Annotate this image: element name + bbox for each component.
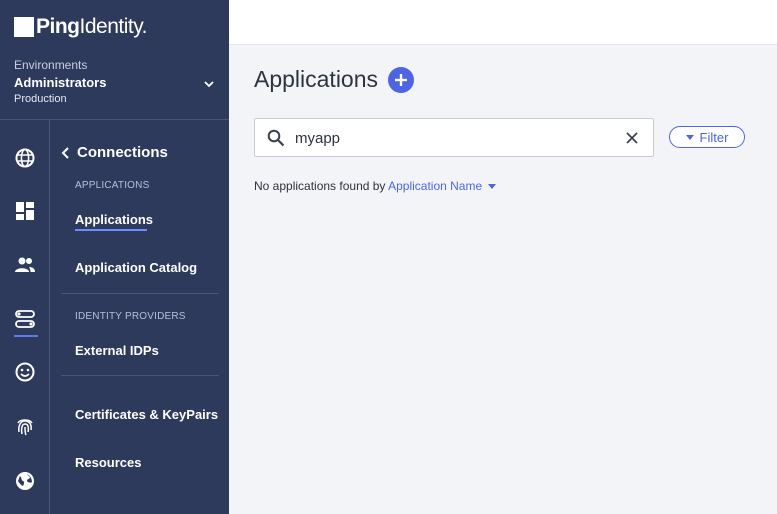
chevron-down-icon [204,81,214,88]
main-content: Applications Filter No applications foun… [229,45,777,514]
sub-navigation: Connections APPLICATIONS Applications Ap… [50,120,229,514]
nav-item-applications[interactable]: Applications [75,212,153,227]
subnav-title: Connections [77,144,168,161]
dashboard-icon[interactable] [14,200,36,222]
nav-item-application-catalog[interactable]: Application Catalog [75,260,197,275]
chevron-left-icon [61,146,69,159]
fingerprint-icon[interactable] [14,416,36,438]
search-icon [267,129,285,147]
active-indicator [14,335,38,337]
clear-search-icon[interactable] [625,131,639,145]
brand-text: PingIdentity. [36,15,147,39]
page-title: Applications [254,66,379,92]
environment-type: Production [14,93,67,105]
globe-icon[interactable] [14,147,36,169]
nav-item-resources[interactable]: Resources [75,455,141,470]
search-field-label: Application Name [388,179,483,193]
nav-item-certificates[interactable]: Certificates & KeyPairs [75,407,218,422]
search-field-dropdown[interactable]: Application Name [388,179,497,193]
world-icon[interactable] [14,470,36,492]
search-input[interactable] [295,127,615,149]
brand-bold: Ping [36,15,80,38]
logo-square-icon [14,17,34,37]
environment-label: Environments [14,58,88,72]
environment-name: Administrators [14,75,107,90]
icon-rail [0,120,50,514]
brand-logo[interactable]: PingIdentity. [14,14,147,40]
filter-label: Filter [699,129,729,145]
empty-message-text: No applications found by [254,179,386,193]
nav-separator [61,293,219,294]
app-root: PingIdentity. Environments Administrator… [0,0,777,514]
caret-down-icon [685,134,694,140]
section-identity-providers: IDENTITY PROVIDERS [75,311,186,322]
search-box [254,118,654,157]
caret-down-icon [488,184,497,190]
connections-icon[interactable] [14,308,36,330]
nav-separator [61,375,219,376]
top-bar [229,0,777,45]
active-item-underline [75,229,147,231]
plus-icon [395,74,407,86]
filter-button[interactable]: Filter [669,126,745,148]
users-icon[interactable] [14,254,36,276]
sidebar: PingIdentity. Environments Administrator… [0,0,229,514]
section-applications: APPLICATIONS [75,180,150,191]
brand-light: Identity. [79,15,148,38]
environment-selector[interactable]: Environments Administrators Production [14,58,217,105]
add-application-button[interactable] [388,67,414,93]
empty-results-message: No applications found by Application Nam… [254,179,497,193]
back-to-connections[interactable]: Connections [61,144,168,161]
nav-item-external-idps[interactable]: External IDPs [75,343,159,358]
experiences-icon[interactable] [14,361,36,383]
